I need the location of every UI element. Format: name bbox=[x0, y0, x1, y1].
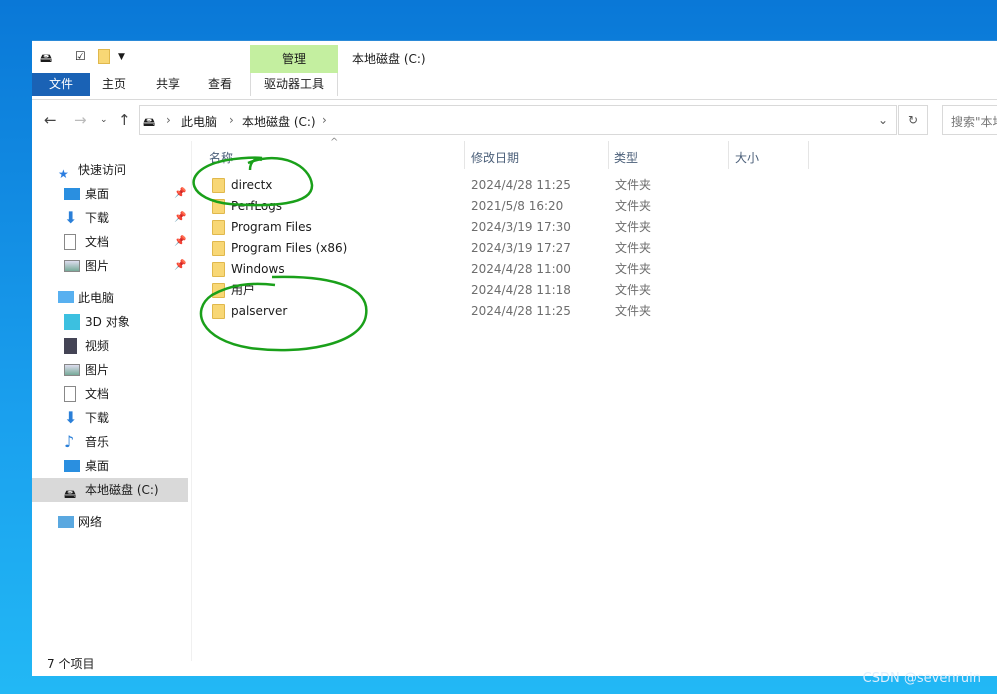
green-annotation-circles bbox=[192, 156, 368, 352]
annotation-circle-directx bbox=[192, 156, 314, 207]
watermark: CSDN @sevenruin bbox=[862, 671, 981, 686]
annotation-circle-palserver bbox=[199, 275, 368, 352]
